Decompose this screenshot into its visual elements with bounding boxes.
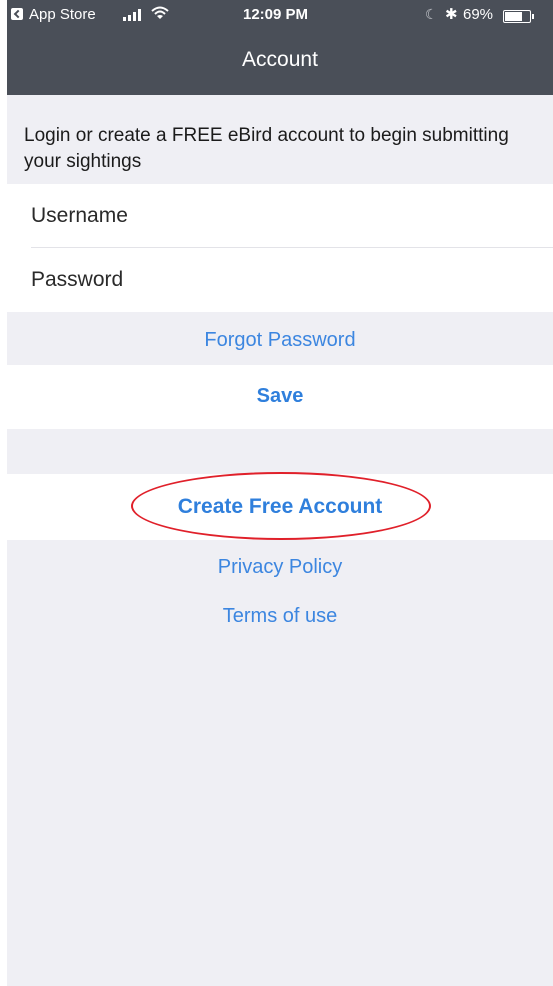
back-to-app-label[interactable]: App Store: [29, 6, 96, 23]
bluetooth-icon: ✱: [445, 6, 458, 23]
status-bar: App Store 12:09 PM ☾ ✱ 69%: [7, 0, 553, 32]
privacy-policy-link[interactable]: Privacy Policy: [7, 556, 553, 579]
top-bar: App Store 12:09 PM ☾ ✱ 69% Account: [7, 0, 553, 95]
page-title: Account: [242, 48, 318, 71]
battery-percent: 69%: [463, 6, 494, 23]
intro-text: Login or create a FREE eBird account to …: [24, 125, 509, 172]
signal-icon: [123, 9, 145, 21]
moon-icon: ☾: [425, 6, 438, 22]
password-field[interactable]: [31, 248, 553, 312]
save-row: Save: [7, 365, 553, 429]
create-account-row: Create Free Account: [7, 474, 553, 540]
username-field[interactable]: [31, 184, 553, 248]
account-screen: App Store 12:09 PM ☾ ✱ 69% Account Login…: [7, 0, 553, 986]
wifi-icon: [151, 4, 169, 26]
terms-of-use-link[interactable]: Terms of use: [7, 605, 553, 628]
forgot-password-link[interactable]: Forgot Password: [7, 329, 553, 352]
battery-icon: [503, 10, 534, 23]
create-free-account-button[interactable]: Create Free Account: [7, 495, 553, 519]
battery-fill: [505, 12, 522, 21]
save-button[interactable]: Save: [7, 385, 553, 408]
clock: 12:09 PM: [243, 6, 309, 23]
back-arrow-icon[interactable]: [11, 8, 23, 20]
login-form: [7, 184, 553, 312]
